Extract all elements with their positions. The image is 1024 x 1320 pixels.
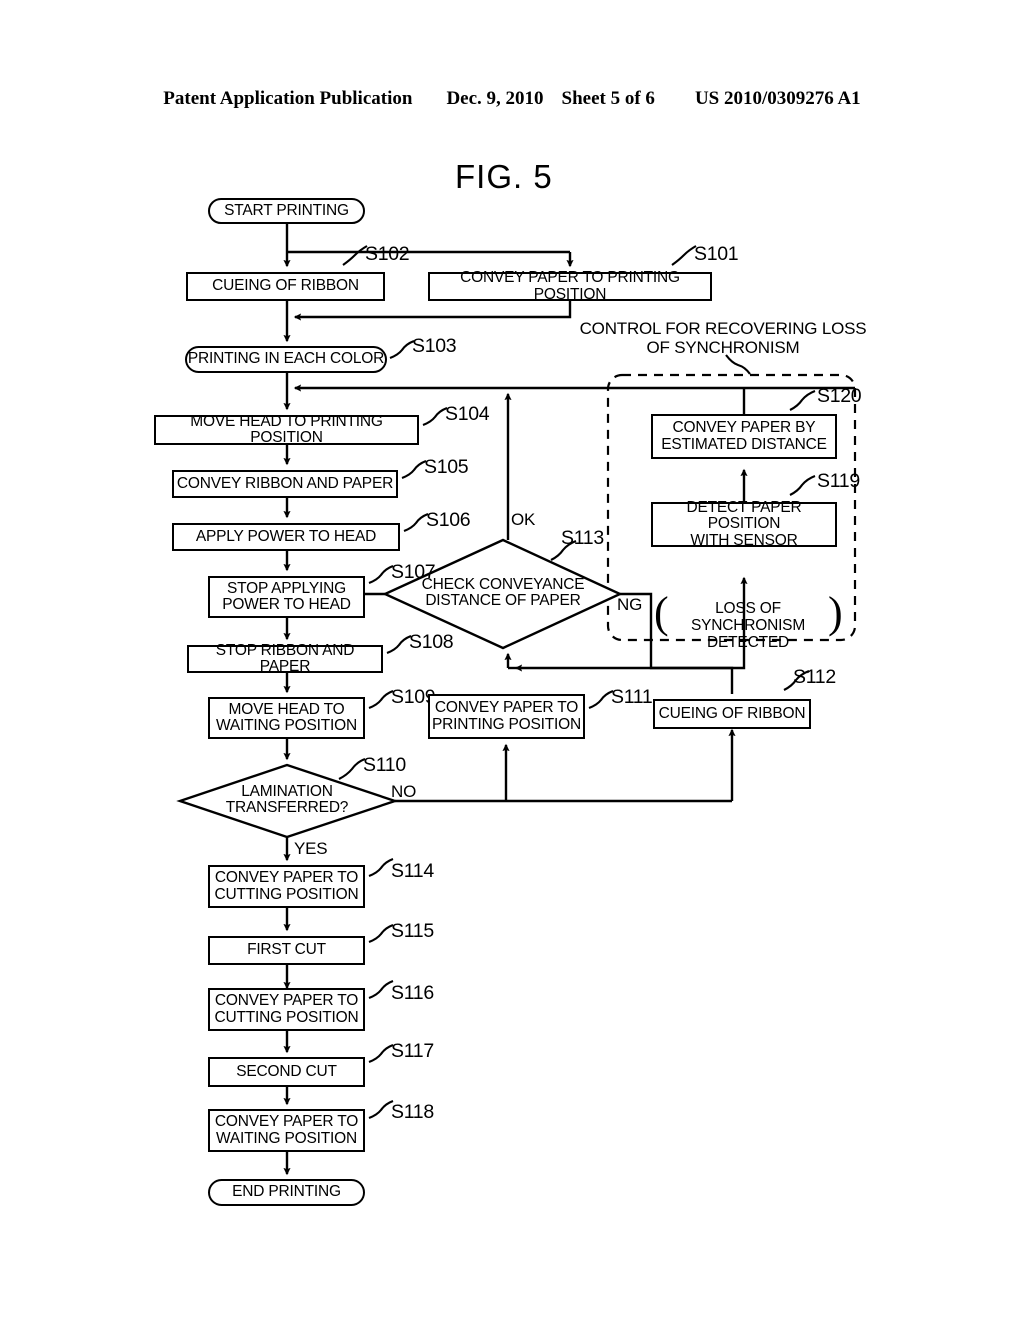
node-s117-second-cut[interactable]: SECOND CUT bbox=[208, 1057, 365, 1087]
node-s120-convey-paper-estimated[interactable]: CONVEY PAPER BY ESTIMATED DISTANCE bbox=[651, 414, 837, 459]
node-label: FIRST CUT bbox=[247, 941, 326, 959]
steptag-s115: S115 bbox=[391, 920, 434, 942]
node-label: CONVEY PAPER TO PRINTING POSITION bbox=[431, 699, 582, 733]
node-label: DETECT PAPER POSITION WITH SENSOR bbox=[686, 498, 802, 549]
node-label: END PRINTING bbox=[232, 1183, 341, 1201]
steptag-s110: S110 bbox=[363, 754, 406, 776]
edge-label-yes: YES bbox=[294, 839, 328, 858]
steptag-s104: S104 bbox=[445, 403, 490, 425]
steptag-s118: S118 bbox=[391, 1101, 434, 1123]
steptag-s108: S108 bbox=[409, 631, 454, 653]
steptag-s111: S111 bbox=[611, 686, 653, 708]
node-s119-detect-paper-position[interactable]: DETECT PAPER POSITION WITH SENSOR bbox=[651, 498, 837, 549]
node-label: PRINTING IN EACH COLOR bbox=[187, 350, 385, 368]
header-sheet: Sheet 5 of 6 bbox=[561, 88, 655, 109]
steptag-s113: S113 bbox=[561, 527, 604, 549]
steptag-s102: S102 bbox=[365, 243, 410, 265]
node-s115-first-cut[interactable]: FIRST CUT bbox=[208, 936, 365, 965]
node-label: CONVEY PAPER TO WAITING POSITION bbox=[214, 1113, 359, 1147]
node-s104-move-head-printing[interactable]: MOVE HEAD TO PRINTING POSITION bbox=[154, 412, 419, 446]
node-label: STOP RIBBON AND PAPER bbox=[215, 641, 355, 675]
patent-drawing-page: Patent Application Publication Dec. 9, 20… bbox=[0, 0, 1024, 1320]
node-s118-convey-paper-waiting[interactable]: CONVEY PAPER TO WAITING POSITION bbox=[208, 1109, 365, 1152]
steptag-s117: S117 bbox=[391, 1040, 434, 1062]
node-label: CONVEY PAPER BY ESTIMATED DISTANCE bbox=[661, 419, 827, 453]
edge-label-ng: NG bbox=[617, 595, 643, 614]
node-s102-cueing-of-ribbon[interactable]: CUEING OF RIBBON bbox=[186, 272, 385, 301]
node-label: SECOND CUT bbox=[236, 1062, 337, 1080]
node-s106-apply-power-head[interactable]: APPLY POWER TO HEAD bbox=[172, 523, 400, 551]
header-patent-number: US 2010/0309276 A1 bbox=[694, 88, 861, 109]
node-label: CONVEY PAPER TO CUTTING POSITION bbox=[214, 869, 359, 903]
node-start-printing[interactable]: START PRINTING bbox=[208, 198, 365, 224]
node-s101-convey-paper-printing[interactable]: CONVEY PAPER TO PRINTING POSITION bbox=[428, 269, 712, 303]
steptag-s112: S112 bbox=[793, 666, 836, 688]
node-s114-convey-paper-cutting[interactable]: CONVEY PAPER TO CUTTING POSITION bbox=[208, 865, 365, 908]
annotation-loss-detected: LOSS OF SYNCHRONISM DETECTED bbox=[690, 600, 806, 652]
figure-title: FIG. 5 bbox=[455, 158, 553, 195]
node-label: CUEING OF RIBBON bbox=[212, 277, 359, 295]
steptag-s119: S119 bbox=[817, 470, 860, 492]
node-label: START PRINTING bbox=[224, 201, 349, 219]
node-s112-cueing-of-ribbon[interactable]: CUEING OF RIBBON bbox=[653, 699, 811, 729]
node-s105-convey-ribbon-paper[interactable]: CONVEY RIBBON AND PAPER bbox=[172, 470, 398, 498]
header-date: Dec. 9, 2010 bbox=[446, 88, 544, 109]
node-label: MOVE HEAD TO WAITING POSITION bbox=[216, 700, 357, 734]
node-label: STOP APPLYING POWER TO HEAD bbox=[222, 579, 351, 613]
node-label: CONVEY PAPER TO PRINTING POSITION bbox=[460, 269, 680, 303]
header-publication: Patent Application Publication bbox=[163, 88, 413, 109]
decision-s113-label: CHECK CONVEYANCE DISTANCE OF PAPER bbox=[421, 576, 585, 610]
node-label: CONVEY RIBBON AND PAPER bbox=[176, 474, 394, 492]
steptag-s105: S105 bbox=[424, 456, 469, 478]
node-end-printing[interactable]: END PRINTING bbox=[208, 1179, 365, 1206]
steptag-s120: S120 bbox=[817, 385, 862, 407]
steptag-s101: S101 bbox=[694, 243, 739, 265]
node-s107-stop-applying-power[interactable]: STOP APPLYING POWER TO HEAD bbox=[208, 576, 365, 618]
node-s109-move-head-waiting[interactable]: MOVE HEAD TO WAITING POSITION bbox=[208, 697, 365, 739]
node-label: CUEING OF RIBBON bbox=[658, 704, 806, 722]
page-header: Patent Application Publication Dec. 9, 20… bbox=[0, 88, 1024, 110]
node-label: MOVE HEAD TO PRINTING POSITION bbox=[190, 412, 383, 446]
steptag-s106: S106 bbox=[426, 509, 471, 531]
annotation-recovery-group-title: CONTROL FOR RECOVERING LOSS OF SYNCHRONI… bbox=[579, 319, 867, 357]
node-label: APPLY POWER TO HEAD bbox=[195, 527, 377, 545]
edge-label-no: NO bbox=[391, 782, 417, 801]
steptag-s103: S103 bbox=[412, 335, 457, 357]
flowchart-connectors bbox=[176, 222, 857, 1176]
node-s116-convey-paper-cutting[interactable]: CONVEY PAPER TO CUTTING POSITION bbox=[208, 988, 365, 1031]
steptag-s116: S116 bbox=[391, 982, 434, 1004]
node-s108-stop-ribbon-paper[interactable]: STOP RIBBON AND PAPER bbox=[187, 641, 383, 675]
paren-close: ) bbox=[828, 588, 843, 637]
decision-s110-label: LAMINATION TRANSFERRED? bbox=[225, 783, 349, 817]
steptag-s114: S114 bbox=[391, 860, 434, 882]
node-s111-convey-paper-printing[interactable]: CONVEY PAPER TO PRINTING POSITION bbox=[428, 694, 585, 739]
node-label: CONVEY PAPER TO CUTTING POSITION bbox=[214, 992, 359, 1026]
node-s103-printing-each-color[interactable]: PRINTING IN EACH COLOR bbox=[185, 346, 387, 373]
edge-label-ok: OK bbox=[511, 510, 536, 529]
